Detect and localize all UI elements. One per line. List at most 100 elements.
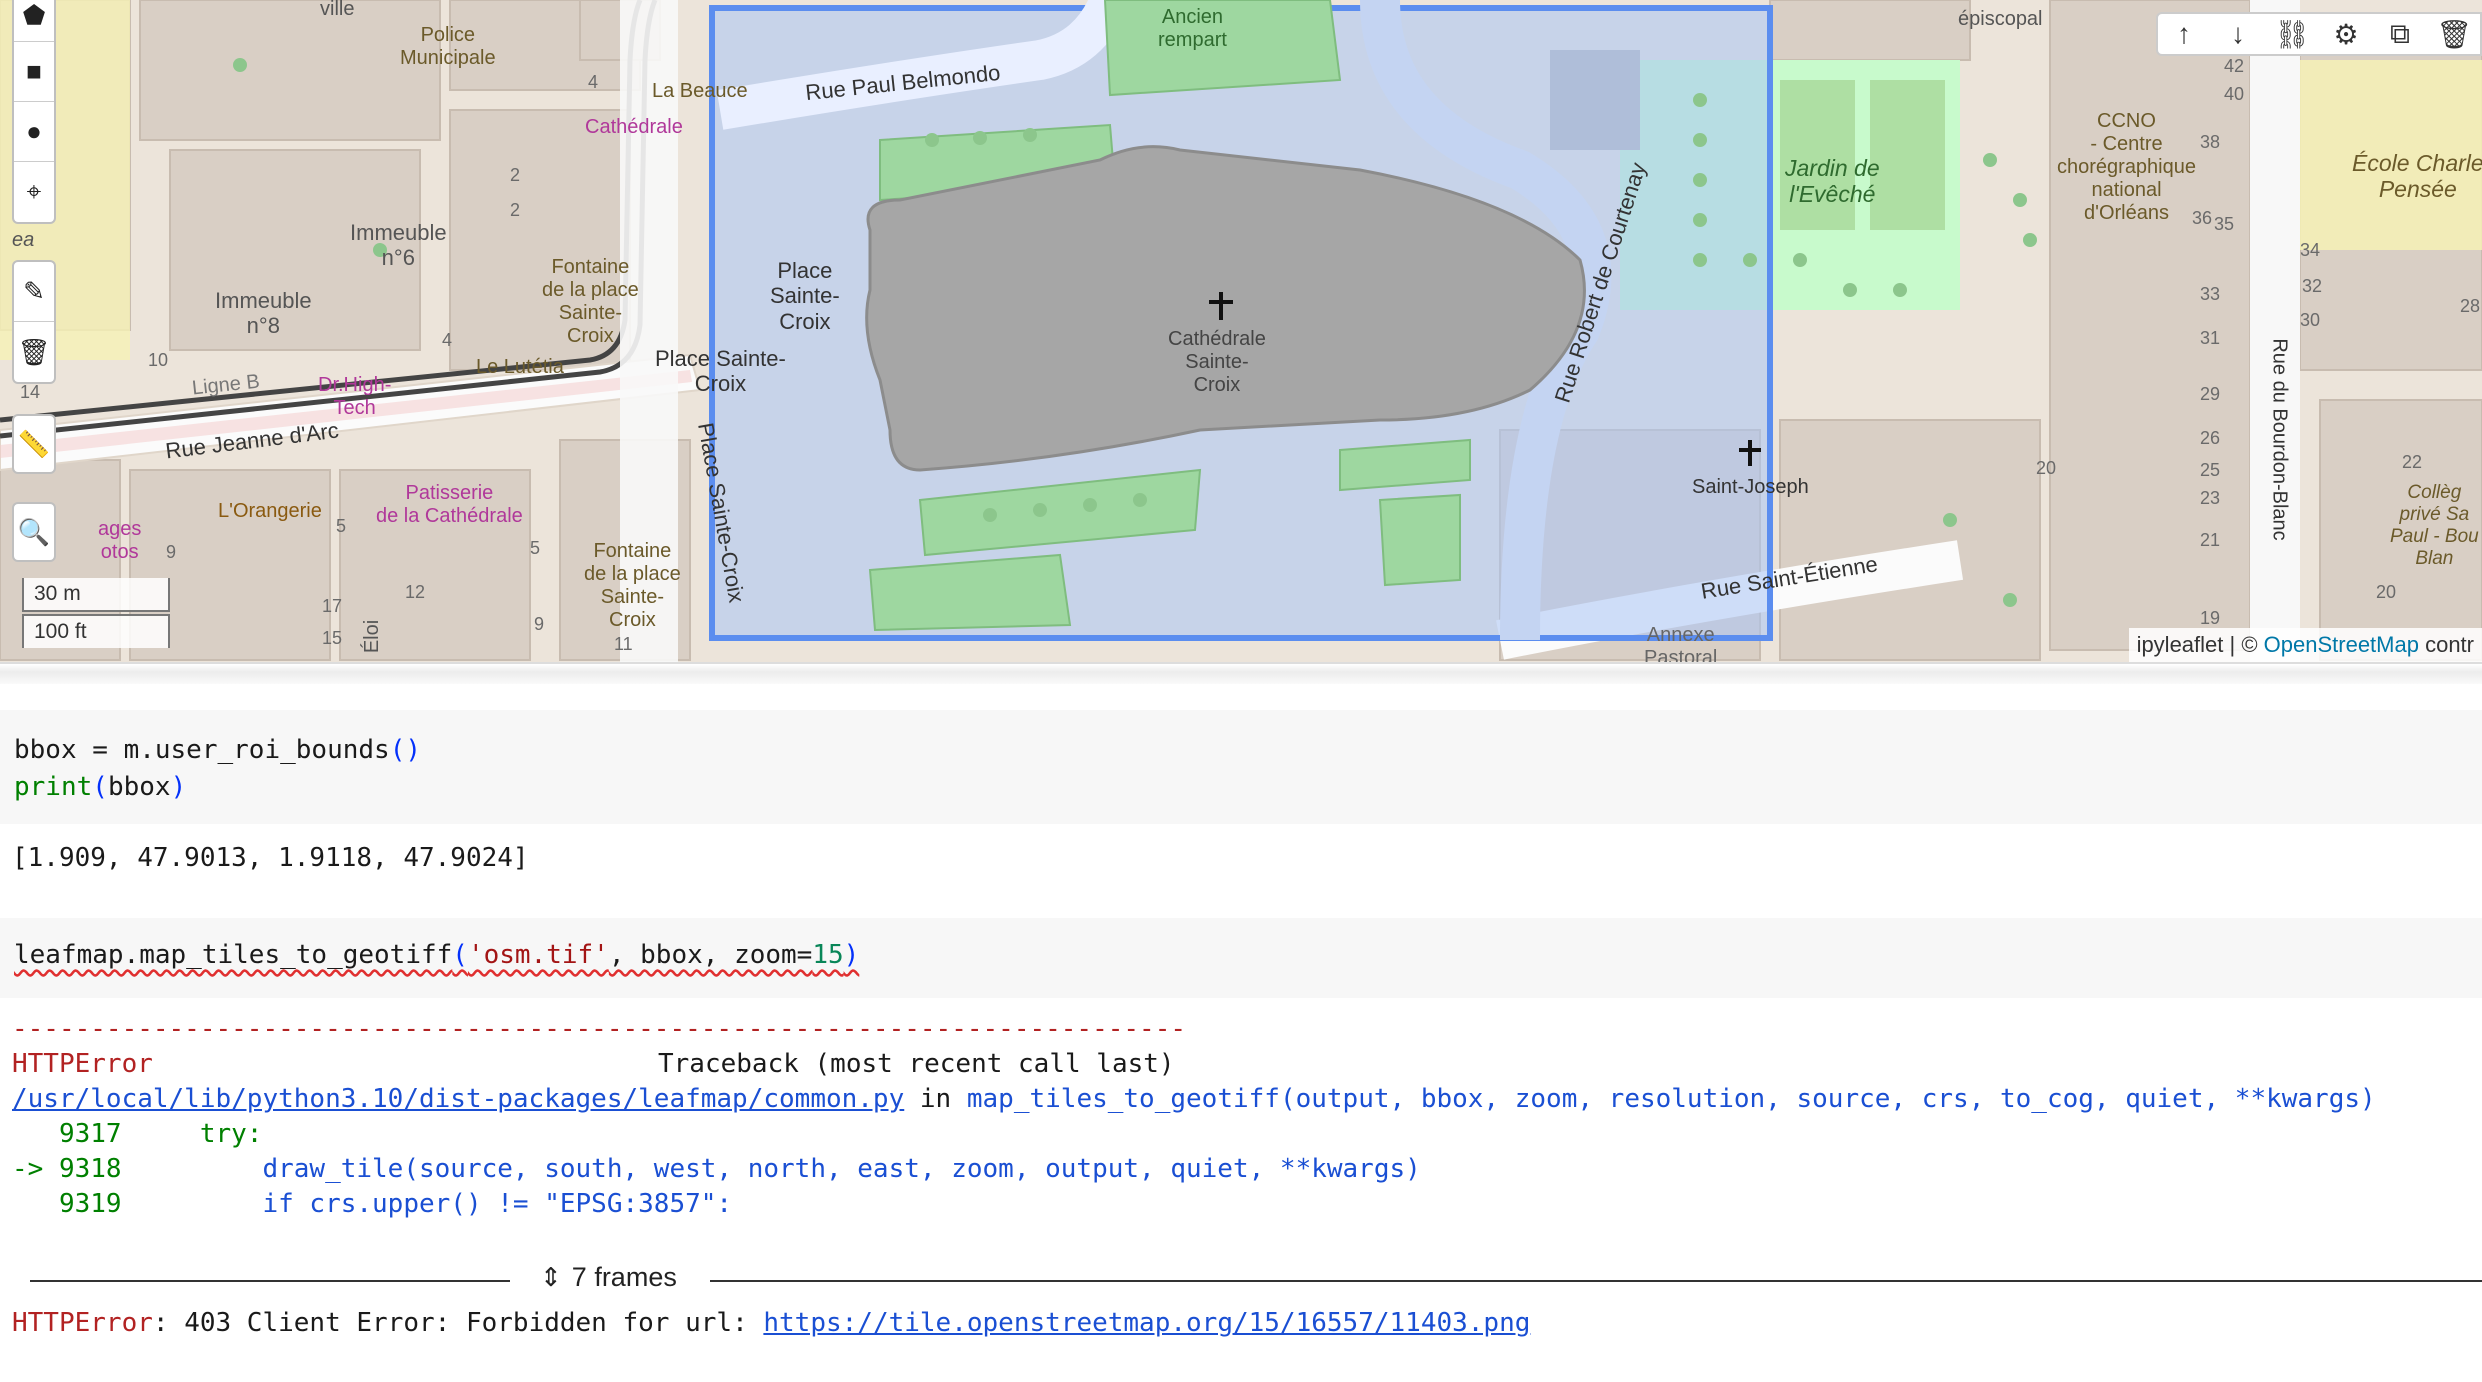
map-label-place-sainte-croix-1: Place Sainte- Croix <box>770 258 840 334</box>
house-number: 31 <box>2200 328 2221 348</box>
gear-icon[interactable]: ⚙ <box>2326 18 2366 51</box>
code-token: 15 <box>812 940 844 970</box>
final-error-message: : 403 Client Error: Forbidden for url: <box>152 1308 764 1338</box>
house-number: 36 <box>2192 208 2213 228</box>
house-number: 17 <box>322 596 343 616</box>
house-number: 9 <box>534 614 545 634</box>
code-cell-geotiff[interactable]: leafmap.map_tiles_to_geotiff('osm.tif', … <box>0 918 2482 998</box>
code-token: ) <box>843 940 860 970</box>
map-label-place-sainte-croix-2: Place Sainte- Croix <box>655 346 786 397</box>
map-label-fontaine-1: Fontaine de la place Sainte- Croix <box>542 256 639 347</box>
code-token: () <box>389 735 421 765</box>
code-token: , bbox, zoom= <box>608 940 813 970</box>
house-number: 42 <box>2224 56 2245 76</box>
map-label-ages-otos: ages otos <box>98 518 142 563</box>
house-number: 5 <box>530 538 541 558</box>
edit-toolbar: ✎ 🗑 <box>12 260 56 384</box>
house-number: 14 <box>20 382 41 402</box>
attribution-osm-link[interactable]: OpenStreetMap <box>2264 632 2419 657</box>
house-number: 33 <box>2200 284 2221 304</box>
polygon-icon[interactable]: ⬟ <box>14 0 54 42</box>
house-number: 11 <box>614 634 633 654</box>
map-label-ancien-rempart: Ancien rempart <box>1158 6 1227 51</box>
map-label-ville: ville <box>320 0 355 20</box>
traceback-line-9319: 9319 if crs.upper() != "EPSG:3857": <box>12 1189 732 1219</box>
rectangle-icon[interactable]: ■ <box>14 42 54 102</box>
delete-icon[interactable]: 🗑 <box>14 322 54 382</box>
house-number: 25 <box>2200 460 2221 480</box>
map-widget[interactable]: ville Police Municipale Cathédrale La Be… <box>0 0 2482 662</box>
map-label-saint-joseph: Saint-Joseph <box>1692 476 1809 498</box>
frames-label: 7 frames <box>571 1262 677 1292</box>
draw-toolbar: ⬟ ■ ● ⌖ <box>12 0 56 224</box>
edit-icon[interactable]: ✎ <box>14 262 54 322</box>
final-error-url[interactable]: https://tile.openstreetmap.org/15/16557/… <box>763 1308 1530 1338</box>
frames-toggle[interactable]: ⇕ 7 frames <box>540 1262 677 1293</box>
scale-imperial: 100 ft <box>22 614 170 648</box>
house-number: 12 <box>405 582 426 602</box>
traceback-file-link[interactable]: /usr/local/lib/python3.10/dist-packages/… <box>12 1084 904 1114</box>
expand-chevron-icon: ⇕ <box>540 1262 562 1292</box>
final-error-name: HTTPError <box>12 1308 153 1338</box>
traceback-dashes: ----------------------------------------… <box>12 1014 1186 1044</box>
house-number: 38 <box>2200 132 2221 152</box>
house-number: 30 <box>2300 310 2321 330</box>
layers-icon[interactable]: ⧉ <box>2380 18 2420 51</box>
marker-icon[interactable]: ⌖ <box>14 162 54 222</box>
house-number: 4 <box>588 72 599 92</box>
code-token: bbox = m.user_roi_bounds <box>14 735 390 765</box>
ruler-icon[interactable]: 📏 <box>14 416 54 472</box>
arrow-up-icon[interactable]: ↑ <box>2164 18 2204 50</box>
link-icon[interactable]: ⛓ <box>2272 18 2312 51</box>
traceback-header: HTTPError Traceback (most recent call las… <box>12 1049 1175 1079</box>
house-number: 35 <box>2214 214 2235 234</box>
traceback-file-line: /usr/local/lib/python3.10/dist-packages/… <box>12 1084 2376 1114</box>
code-token: ( <box>452 940 468 970</box>
house-number: 23 <box>2200 488 2221 508</box>
map-label-jardin-eveche: Jardin de l'Evêché <box>1785 155 1880 208</box>
street-rue-du-bourdon-blanc: Rue du Bourdon-Blanc <box>2268 338 2291 541</box>
output-separator <box>0 662 2482 684</box>
line-prefix: -> 9318 <box>12 1154 263 1184</box>
house-number: 22 <box>2402 452 2423 472</box>
traceback-line-9317: 9317 try: <box>12 1119 263 1149</box>
map-label-ccno: CCNO - Centre chorégraphique national d'… <box>2057 110 2196 224</box>
line-code: if crs.upper() != "EPSG:3857": <box>262 1189 733 1219</box>
house-number: 26 <box>2200 428 2221 448</box>
arrow-down-icon[interactable]: ↓ <box>2218 18 2258 50</box>
map-label-police: Police Municipale <box>400 24 496 69</box>
output-bbox: [1.909, 47.9013, 1.9118, 47.9024] <box>12 843 529 873</box>
final-error: HTTPError: 403 Client Error: Forbidden f… <box>12 1308 1530 1338</box>
frames-divider-left <box>30 1280 510 1282</box>
attribution-suffix: contr <box>2418 632 2474 657</box>
map-label-la-beauce: La Beauce <box>652 80 748 102</box>
map-label-patisserie: Patisserie de la Cathédrale <box>376 482 523 527</box>
map-label-eloi: Éloi <box>361 619 384 654</box>
code-token: 'osm.tif' <box>467 940 609 970</box>
code-cell-bbox[interactable]: bbox = m.user_roi_bounds() print(bbox) <box>0 710 2482 824</box>
map-label-dr-high-tech: Dr.High- Tech <box>318 374 392 419</box>
search-icon[interactable]: 🔍 <box>14 504 54 560</box>
house-number: 2 <box>510 200 521 220</box>
error-name: HTTPError <box>12 1049 153 1079</box>
frames-divider-right <box>710 1280 2482 1282</box>
map-label-college: Collèg privé Sa Paul - Bou Blan <box>2390 482 2479 569</box>
scale-metric: 30 m <box>22 578 170 612</box>
house-number: 28 <box>2460 296 2481 316</box>
house-number: 34 <box>2300 240 2321 260</box>
house-number: 40 <box>2224 84 2245 104</box>
attribution-prefix: ipyleaflet | © <box>2136 632 2264 657</box>
code-line: leafmap.map_tiles_to_geotiff('osm.tif', … <box>14 940 859 970</box>
map-attribution: ipyleaflet | © OpenStreetMap contr <box>2128 628 2482 662</box>
house-number: 9 <box>166 542 177 562</box>
circle-icon[interactable]: ● <box>14 102 54 162</box>
house-number: 10 <box>148 350 169 370</box>
search-toolbar: 🔍 <box>12 502 56 562</box>
map-label-lorangerie: L'Orangerie <box>218 500 322 522</box>
collapsed-frames[interactable]: ⇕ 7 frames <box>30 1262 2482 1302</box>
code-line: print(bbox) <box>14 769 2482 806</box>
map-label-immeuble-n6: Immeuble n°6 <box>350 220 447 271</box>
house-number: 19 <box>2200 608 2221 628</box>
trash-icon[interactable]: 🗑 <box>2434 18 2474 51</box>
map-label-immeuble-n8: Immeuble n°8 <box>215 288 312 339</box>
